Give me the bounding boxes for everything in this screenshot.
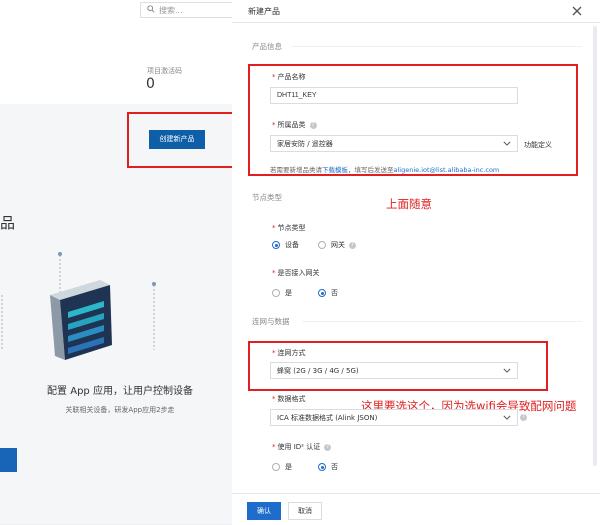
dialog-title: 新建产品 [248,7,280,16]
promo-headline: 配置 App 应用，让用户控制设备 [47,386,193,397]
title-divider [232,22,600,23]
new-product-dialog: 新建产品 产品信息 *产品名称 *所属品类? 家居安防 / 遥控器 功能定义 若… [232,0,600,525]
confirm-button[interactable]: 确认 [247,502,281,520]
gateway-option-yes[interactable]: 是 [272,288,292,298]
data-format-value: ICA 标准数据格式 (Alink JSON) [277,413,378,422]
node-type-option-gateway[interactable]: 网关? [318,240,356,250]
help-icon[interactable]: ? [349,241,356,249]
section-title-product-info: 产品信息 [252,42,282,51]
section-divider [302,321,582,322]
annotation-top-text: 上面随意 [386,197,432,211]
device-illustration [1,252,156,360]
data-format-label: * 数据格式 [272,395,306,403]
cancel-button[interactable]: 取消 [288,502,322,520]
close-icon[interactable] [570,3,584,17]
promo-button[interactable] [0,448,17,472]
section-title-node-type: 节点类型 [252,193,282,202]
search-icon [147,5,155,15]
radio-checked-icon [318,289,326,297]
id2-option-no[interactable]: 否 [318,462,338,472]
id2-option-yes[interactable]: 是 [272,462,292,472]
node-type-option-device[interactable]: 设备 [272,240,299,250]
section-divider [292,46,582,47]
section-heading-fragment: 品 [0,214,16,232]
search-placeholder: 搜索... [159,6,183,15]
promo-subline: 关联相关设备，研发App应用2步走 [65,406,175,414]
annotation-box-network [248,341,548,391]
radio-unchecked-icon [272,289,280,297]
node-type-label: * 节点类型 [272,224,306,232]
help-icon[interactable]: ? [324,443,332,451]
gateway-option-no[interactable]: 否 [318,288,338,298]
stat-label: 项目激活码 [147,67,182,75]
annotation-box-create [127,112,232,168]
stats-card [0,22,232,104]
radio-unchecked-icon [318,241,326,249]
annotation-box-top [248,64,578,176]
gateway-label: * 是否接入网关 [272,269,320,277]
radio-checked-icon [272,241,280,249]
scrollbar[interactable] [593,26,597,466]
stat-value: 0 [146,76,155,92]
background-page: 搜索... 项目激活码 0 创建新产品 品 配置 App 应用，让用户控制设备 … [0,0,232,524]
section-title-network: 连网与数据 [252,317,290,326]
id2-label: * 使用 ID² 认证? [272,442,332,452]
chevron-down-icon [503,415,511,420]
radio-unchecked-icon [272,463,280,471]
data-format-select[interactable]: ICA 标准数据格式 (Alink JSON) [270,409,518,426]
search-input[interactable]: 搜索... [140,2,232,18]
help-icon[interactable]: ? [520,414,527,421]
radio-checked-icon [318,463,326,471]
